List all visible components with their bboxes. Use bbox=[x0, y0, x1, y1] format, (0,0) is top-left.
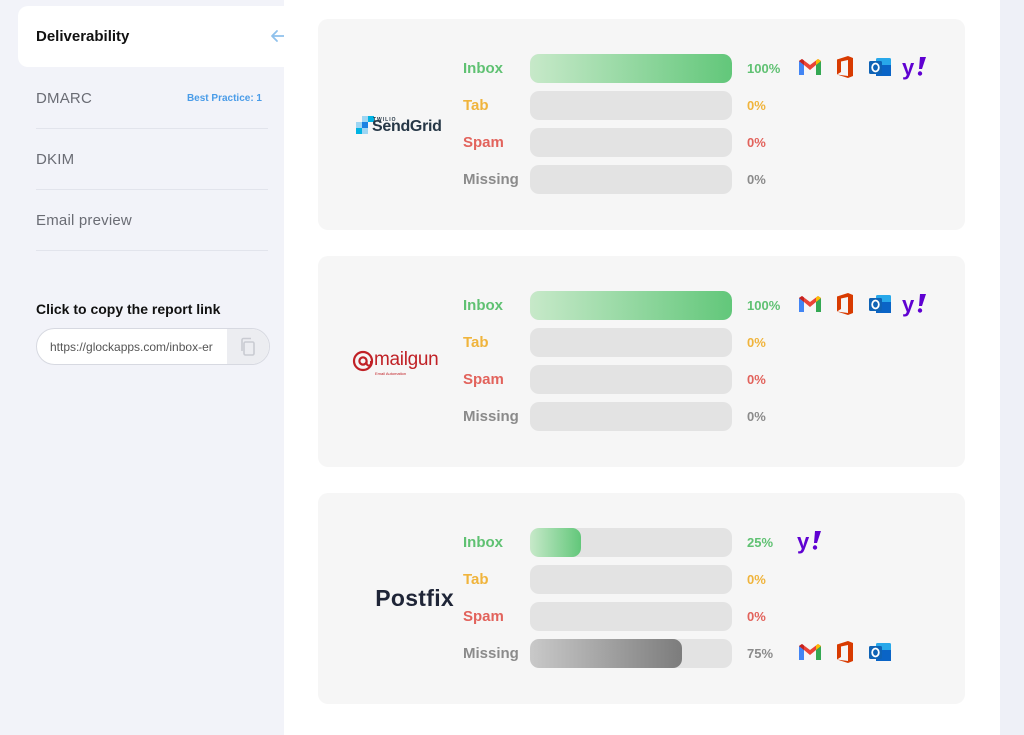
yahoo-icon: y bbox=[901, 290, 929, 318]
tab-bar bbox=[530, 328, 732, 357]
svg-text:y: y bbox=[902, 55, 915, 80]
result-row-missing: Missing 75% bbox=[463, 639, 953, 669]
copy-icon bbox=[241, 337, 255, 356]
row-label: Tab bbox=[463, 97, 489, 114]
office-icon bbox=[831, 290, 859, 318]
sidebar: Deliverability DMARC Best Practice: 1 DK… bbox=[0, 0, 300, 735]
result-row-tab: Tab 0% bbox=[463, 565, 953, 595]
copy-link-title: Click to copy the report link bbox=[36, 301, 221, 317]
mailgun-name: mailgun bbox=[374, 349, 439, 370]
row-percent: 0% bbox=[747, 572, 766, 587]
nav-item-label: Deliverability bbox=[36, 28, 130, 45]
provider-card-postfix: Postfix Inbox 25% y Tab 0% Spam 0% Missi… bbox=[318, 493, 965, 704]
result-row-spam: Spam 0% bbox=[463, 602, 953, 632]
tab-bar bbox=[530, 91, 732, 120]
row-percent: 0% bbox=[747, 172, 766, 187]
result-row-missing: Missing 0% bbox=[463, 402, 953, 432]
result-row-tab: Tab 0% bbox=[463, 91, 953, 121]
row-percent: 25% bbox=[747, 535, 774, 550]
result-row-spam: Spam 0% bbox=[463, 128, 953, 158]
gmail-icon bbox=[796, 290, 824, 318]
result-row-tab: Tab 0% bbox=[463, 328, 953, 358]
row-label: Missing bbox=[463, 408, 519, 425]
row-percent: 0% bbox=[747, 335, 766, 350]
row-percent: 0% bbox=[747, 609, 766, 624]
row-percent: 75% bbox=[747, 646, 774, 661]
row-label: Inbox bbox=[463, 534, 503, 551]
missing-bar bbox=[530, 402, 732, 431]
sendgrid-name: SendGrid bbox=[372, 118, 442, 135]
sendgrid-logo: TWILIO SendGrid bbox=[318, 19, 454, 230]
row-label: Inbox bbox=[463, 60, 503, 77]
nav-item-label: DKIM bbox=[36, 150, 75, 168]
row-percent: 100% bbox=[747, 298, 781, 313]
provider-card-sendgrid: TWILIO SendGrid Inbox 100% y Tab 0% Spam… bbox=[318, 19, 965, 230]
row-label: Spam bbox=[463, 371, 504, 388]
mailbox-icons: y bbox=[796, 53, 929, 81]
row-percent: 0% bbox=[747, 409, 766, 424]
outlook-icon bbox=[866, 290, 894, 318]
missing-bar bbox=[530, 639, 732, 668]
outlook-icon bbox=[866, 638, 894, 666]
row-label: Inbox bbox=[463, 297, 503, 314]
row-percent: 0% bbox=[747, 372, 766, 387]
deliverability-panel: TWILIO SendGrid Inbox 100% y Tab 0% Spam… bbox=[284, 0, 1000, 735]
outlook-icon bbox=[866, 53, 894, 81]
inbox-bar bbox=[530, 291, 732, 320]
postfix-name: Postfix bbox=[375, 585, 454, 611]
nav-item-deliverability[interactable]: Deliverability bbox=[18, 6, 300, 67]
result-row-spam: Spam 0% bbox=[463, 365, 953, 395]
result-row-inbox: Inbox 100% y bbox=[463, 54, 953, 84]
postfix-logo: Postfix bbox=[318, 493, 454, 704]
inbox-bar bbox=[530, 528, 732, 557]
copy-link-button[interactable] bbox=[227, 329, 269, 364]
missing-bar-fill bbox=[530, 639, 682, 668]
report-link-input[interactable] bbox=[37, 329, 227, 364]
spam-bar bbox=[530, 602, 732, 631]
nav-item-label: DMARC bbox=[36, 89, 92, 107]
result-row-inbox: Inbox 25% y bbox=[463, 528, 953, 558]
result-row-missing: Missing 0% bbox=[463, 165, 953, 195]
inbox-bar bbox=[530, 54, 732, 83]
inbox-bar-fill bbox=[530, 528, 581, 557]
result-row-inbox: Inbox 100% y bbox=[463, 291, 953, 321]
tab-bar bbox=[530, 565, 732, 594]
yahoo-icon: y bbox=[901, 53, 929, 81]
svg-text:y: y bbox=[902, 292, 915, 317]
office-icon bbox=[831, 638, 859, 666]
office-icon bbox=[831, 53, 859, 81]
gmail-icon bbox=[796, 638, 824, 666]
spam-bar bbox=[530, 365, 732, 394]
nav-item-dkim[interactable]: DKIM bbox=[36, 129, 268, 190]
svg-text:y: y bbox=[797, 529, 810, 554]
nav-item-email-preview[interactable]: Email preview bbox=[36, 190, 268, 251]
missing-bar bbox=[530, 165, 732, 194]
row-label: Spam bbox=[463, 608, 504, 625]
mailbox-icons bbox=[796, 638, 894, 666]
yahoo-icon: y bbox=[796, 527, 824, 555]
mailgun-logo: mailgun Email Automation bbox=[318, 256, 454, 467]
mailgun-at-icon bbox=[352, 350, 374, 372]
row-percent: 0% bbox=[747, 98, 766, 113]
row-label: Spam bbox=[463, 134, 504, 151]
row-label: Missing bbox=[463, 171, 519, 188]
nav-item-dmarc[interactable]: DMARC Best Practice: 1 bbox=[36, 68, 268, 129]
mailbox-icons: y bbox=[796, 527, 824, 555]
nav-item-label: Email preview bbox=[36, 211, 132, 229]
row-label: Tab bbox=[463, 571, 489, 588]
row-percent: 0% bbox=[747, 135, 766, 150]
row-label: Tab bbox=[463, 334, 489, 351]
gmail-icon bbox=[796, 53, 824, 81]
mailgun-subtitle: Email Automation bbox=[375, 371, 407, 376]
row-percent: 100% bbox=[747, 61, 781, 76]
spam-bar bbox=[530, 128, 732, 157]
mailbox-icons: y bbox=[796, 290, 929, 318]
inbox-bar-fill bbox=[530, 291, 732, 320]
provider-card-mailgun: mailgun Email Automation Inbox 100% y Ta… bbox=[318, 256, 965, 467]
best-practice-badge: Best Practice: 1 bbox=[186, 92, 262, 104]
inbox-bar-fill bbox=[530, 54, 732, 83]
report-link-field bbox=[36, 328, 270, 365]
row-label: Missing bbox=[463, 645, 519, 662]
